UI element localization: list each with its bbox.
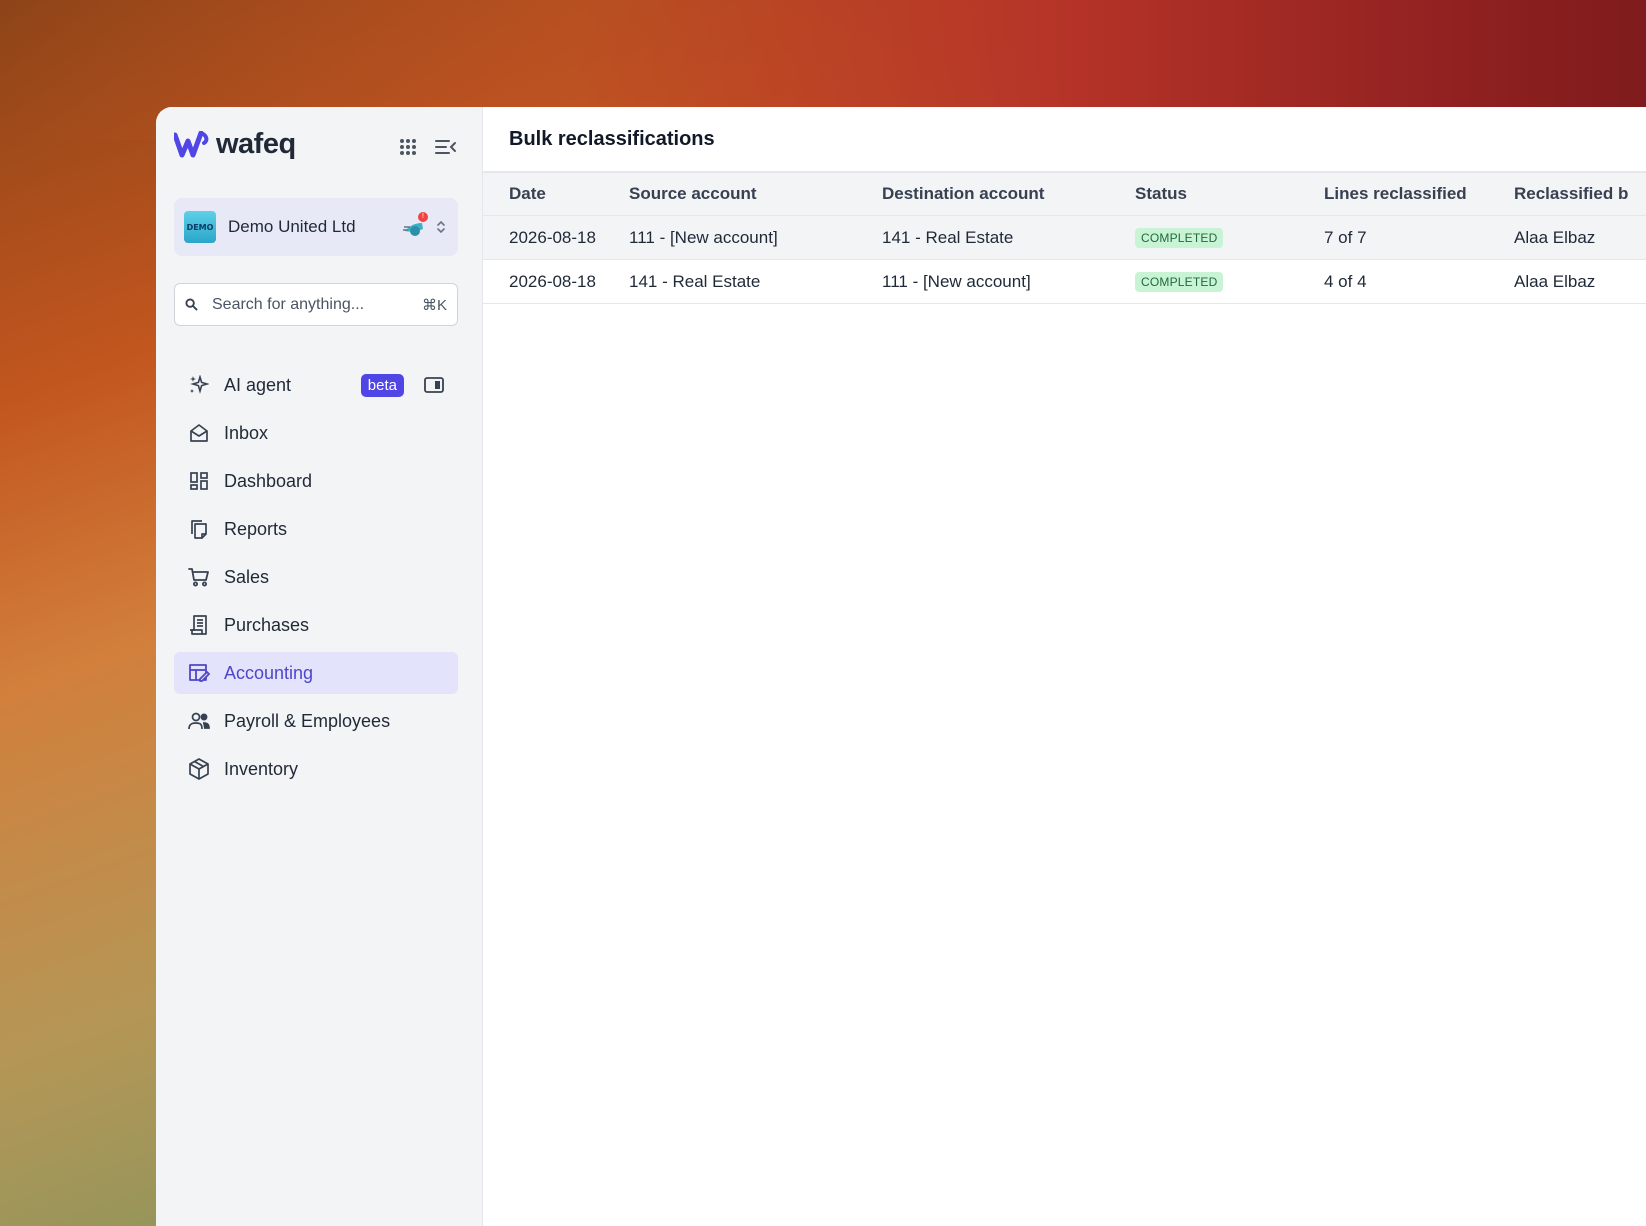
sidebar: wafeq DEMO Demo United Ltd ! Search for …: [156, 107, 483, 1226]
table-row[interactable]: 2026-08-18 111 - [New account] 141 - Rea…: [483, 215, 1646, 260]
sparkles-icon: [188, 374, 210, 396]
apps-grid-icon[interactable]: [396, 135, 420, 159]
column-header-lines-reclassified[interactable]: Lines reclassified: [1324, 172, 1514, 216]
cell-destination-account: 141 - Real Estate: [882, 215, 1135, 260]
org-logo: DEMO: [184, 211, 216, 243]
sidebar-item-inbox[interactable]: Inbox: [174, 412, 458, 454]
search-box[interactable]: ⌘K: [174, 283, 458, 326]
side-panel-icon[interactable]: [424, 377, 444, 393]
users-icon: [188, 710, 210, 732]
column-header-reclassified-by[interactable]: Reclassified b: [1514, 172, 1646, 216]
column-header-source-account[interactable]: Source account: [629, 172, 882, 216]
status-badge: COMPLETED: [1135, 272, 1224, 292]
cell-date: 2026-08-18: [483, 259, 629, 304]
sidebar-item-inventory[interactable]: Inventory: [174, 748, 458, 790]
sidebar-top-actions: [396, 135, 458, 159]
search-icon: [185, 298, 198, 311]
cell-destination-account: 111 - [New account]: [882, 259, 1135, 304]
cell-lines-reclassified: 7 of 7: [1324, 215, 1514, 260]
sidebar-item-label: AI agent: [224, 374, 292, 395]
ledger-icon: [188, 662, 210, 684]
cell-source-account: 111 - [New account]: [629, 215, 882, 260]
collapse-sidebar-icon[interactable]: [434, 135, 458, 159]
search-input[interactable]: [210, 294, 422, 315]
dashboard-icon: [188, 470, 210, 492]
sidebar-item-label: Dashboard: [224, 470, 313, 491]
page-title: Bulk reclassifications: [509, 128, 715, 150]
cell-reclassified-by: Alaa Elbaz: [1514, 215, 1646, 260]
sidebar-item-dashboard[interactable]: Dashboard: [174, 460, 458, 502]
status-badge: COMPLETED: [1135, 228, 1224, 248]
sidebar-item-label: Sales: [224, 566, 270, 587]
sidebar-item-label: Accounting: [224, 662, 314, 683]
reports-icon: [188, 518, 210, 540]
chevron-up-down-icon[interactable]: [436, 220, 448, 234]
sidebar-item-label: Inbox: [224, 422, 269, 443]
reclassifications-table: Date Source account Destination account …: [483, 171, 1646, 304]
cell-source-account: 141 - Real Estate: [629, 259, 882, 304]
cell-status: COMPLETED: [1135, 259, 1324, 304]
sidebar-item-label: Inventory: [224, 758, 299, 779]
brand-name: wafeq: [216, 128, 296, 160]
sidebar-item-accounting[interactable]: Accounting: [174, 652, 458, 694]
column-header-destination-account[interactable]: Destination account: [882, 172, 1135, 216]
notification-dot: !: [418, 212, 428, 222]
column-header-date[interactable]: Date: [483, 172, 629, 216]
beta-badge: beta: [360, 373, 404, 397]
main-content: Bulk reclassifications Date Source accou…: [483, 107, 1646, 1226]
box-icon: [188, 758, 210, 780]
app-window: wafeq DEMO Demo United Ltd ! Search for …: [156, 107, 1646, 1226]
sidebar-item-purchases[interactable]: Purchases: [174, 604, 458, 646]
table-row[interactable]: 2026-08-18 141 - Real Estate 111 - [New …: [483, 259, 1646, 304]
cell-reclassified-by: Alaa Elbaz: [1514, 259, 1646, 304]
main-nav: AI agent beta Inbox Dashboard Reports Sa…: [174, 364, 458, 796]
table-header-row: Date Source account Destination account …: [483, 172, 1646, 216]
sidebar-item-label: Reports: [224, 518, 288, 539]
sidebar-item-payroll[interactable]: Payroll & Employees: [174, 700, 458, 742]
notification-bell-icon[interactable]: !: [402, 212, 428, 239]
wafeq-logo-icon: [174, 130, 209, 157]
org-name: Demo United Ltd: [228, 217, 356, 236]
inbox-icon: [188, 422, 210, 444]
cart-icon: [188, 566, 210, 588]
org-switcher[interactable]: DEMO Demo United Ltd !: [174, 198, 458, 256]
brand[interactable]: wafeq: [174, 128, 296, 161]
sidebar-item-label: Purchases: [224, 614, 310, 635]
cell-lines-reclassified: 4 of 4: [1324, 259, 1514, 304]
receipt-icon: [188, 614, 210, 636]
sidebar-item-ai-agent[interactable]: AI agent beta: [174, 364, 458, 406]
cell-date: 2026-08-18: [483, 215, 629, 260]
column-header-status[interactable]: Status: [1135, 172, 1324, 216]
sidebar-item-label: Payroll & Employees: [224, 710, 391, 731]
cell-status: COMPLETED: [1135, 215, 1324, 260]
sidebar-item-sales[interactable]: Sales: [174, 556, 458, 598]
sidebar-item-reports[interactable]: Reports: [174, 508, 458, 550]
search-shortcut: ⌘K: [421, 296, 447, 314]
